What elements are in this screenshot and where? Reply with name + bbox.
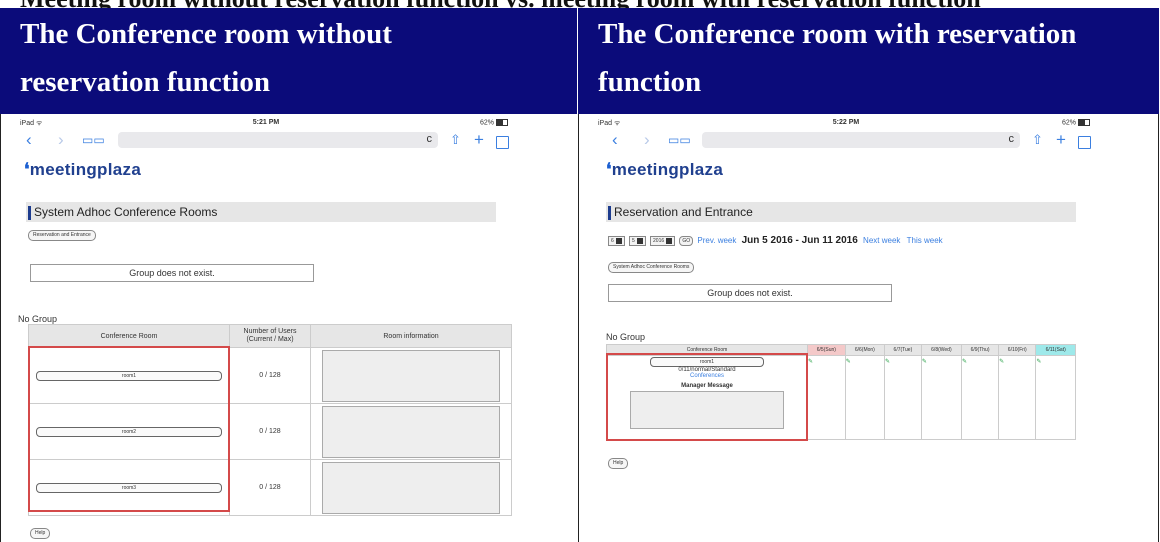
group-message: Group does not exist. [30,264,314,282]
share-icon[interactable]: ⇧ [1032,130,1043,150]
screenshot-with-reservation: iPad ᯤ 5:22 PM 62% ‹ › ▭▭ c ⇧ + ❛meeting… [596,118,1096,542]
group-label: No Group [606,332,646,342]
table-border-left [0,114,1,542]
group-label: No Group [18,314,58,324]
share-icon[interactable]: ⇧ [450,130,461,150]
header-right-line2: function [598,66,702,98]
table-border-middle [578,114,579,542]
day-header: 6/6(Mon) [844,344,885,356]
col-conference-room: Conference Room [28,324,230,348]
forward-icon[interactable]: › [644,130,650,150]
add-tab-icon[interactable]: + [474,130,484,150]
col-number-of-users: Number of Users (Current / Max) [229,324,311,348]
highlight-frame [606,353,808,441]
header-right-line1: The Conference room with reservation [598,18,1077,50]
group-message: Group does not exist. [608,284,892,302]
prev-week-link[interactable]: Prev. week [697,236,736,245]
room-info-box [322,349,500,402]
reserve-pencil-icon[interactable]: ✎ [846,359,851,365]
url-bar[interactable]: c [702,132,1020,148]
bookmarks-icon[interactable]: ▭▭ [82,130,105,150]
meetingplaza-logo: ❛meetingplaza [606,160,724,179]
week-navigation: 6 5 2016 GO Prev. week Jun 5 2016 - Jun … [608,235,943,247]
reload-icon[interactable]: c [1009,133,1015,145]
header-left-line1: The Conference room without [20,18,392,50]
day-header: 6/10(Fri) [998,344,1037,356]
status-bar: iPad ᯤ 5:21 PM 62% [18,118,514,128]
page-title: System Adhoc Conference Rooms [26,202,496,222]
clock: 5:22 PM [832,119,860,126]
highlight-frame [28,346,230,512]
bookmarks-icon[interactable]: ▭▭ [668,130,691,150]
system-adhoc-button[interactable]: System Adhoc Conference Rooms [608,262,695,273]
reload-icon[interactable]: c [427,133,433,145]
day-header: 6/8(Wed) [920,344,962,356]
table-border-right [1158,114,1159,542]
battery: 62% [480,119,508,126]
browser-toolbar: ‹ › ▭▭ c ⇧ + [596,128,1096,154]
day-header: 6/5(Sun) [807,344,846,356]
header-left-line2: reservation function [20,66,270,98]
help-button[interactable]: Help [30,528,51,539]
tabs-icon[interactable] [1078,134,1091,154]
header-left: The Conference room without reservation … [0,8,578,114]
reserve-pencil-icon[interactable]: ✎ [962,359,967,365]
screenshot-without-reservation: iPad ᯤ 5:21 PM 62% ‹ › ▭▭ c ⇧ + ❛meeting… [18,118,514,542]
help-button[interactable]: Help [608,458,629,469]
reservation-entrance-button[interactable]: Reservation and Entrance [28,230,96,241]
month-select[interactable]: 6 [608,235,625,246]
clock: 5:21 PM [252,119,280,126]
meetingplaza-logo: ❛meetingplaza [24,160,142,179]
day-header: 6/11(Sat) [1035,344,1076,356]
partial-caption: Meeting room without reservation functio… [0,0,1160,8]
reserve-pencil-icon[interactable]: ✎ [885,359,890,365]
header-right: The Conference room with reservation fun… [578,8,1160,114]
user-count: 0 / 128 [229,347,311,404]
go-button[interactable]: GO [679,235,694,246]
day-select[interactable]: 5 [629,235,646,246]
partial-caption-text: Meeting room without reservation functio… [20,0,981,8]
user-count: 0 / 128 [229,459,311,516]
status-bar: iPad ᯤ 5:22 PM 62% [596,118,1096,128]
battery-icon [1078,119,1090,126]
reserve-pencil-icon[interactable]: ✎ [922,359,927,365]
day-header: 6/7(Tue) [883,344,922,356]
col-room-information: Room information [310,324,512,348]
reserve-pencil-icon[interactable]: ✎ [1036,359,1041,365]
tabs-icon[interactable] [496,134,509,154]
battery-icon [496,119,508,126]
room-info-box [322,461,500,514]
reserve-pencil-icon[interactable]: ✎ [808,359,813,365]
page-title: Reservation and Entrance [606,202,1076,222]
browser-toolbar: ‹ › ▭▭ c ⇧ + [18,128,514,154]
room-info-box [322,405,500,458]
day-header: 6/9(Thu) [960,344,1000,356]
forward-icon[interactable]: › [58,130,64,150]
year-select[interactable]: 2016 [650,235,676,246]
next-week-link[interactable]: Next week [863,236,900,245]
battery-label: 62% [479,119,494,127]
reserve-pencil-icon[interactable]: ✎ [999,359,1004,365]
battery: 62% [1062,119,1090,126]
this-week-link[interactable]: This week [907,236,943,245]
url-bar[interactable]: c [118,132,438,148]
week-range: Jun 5 2016 - Jun 11 2016 [741,235,858,246]
back-icon[interactable]: ‹ [612,130,618,150]
user-count: 0 / 128 [229,403,311,460]
battery-label: 62% [1061,119,1076,127]
add-tab-icon[interactable]: + [1056,130,1066,150]
back-icon[interactable]: ‹ [26,130,32,150]
